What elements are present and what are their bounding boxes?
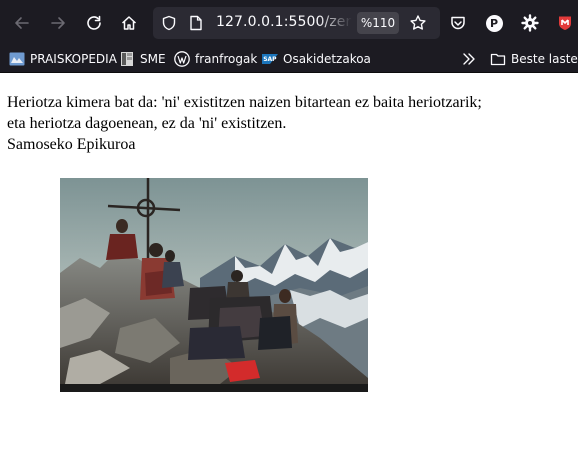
bookmark-label: SME [140, 52, 166, 66]
wordpress-icon [174, 51, 190, 67]
quote-block: Heriotza kimera bat da: 'ni' existitzen … [7, 92, 572, 155]
shield-extension-button[interactable] [550, 8, 578, 38]
reload-button[interactable] [79, 8, 109, 38]
page-content: Heriotza kimera bat da: 'ni' existitzen … [0, 73, 578, 467]
svg-text:SAP: SAP [263, 56, 277, 63]
back-button[interactable] [7, 8, 37, 38]
sap-icon: SAP [262, 51, 278, 67]
zoom-reset-button[interactable]: %110 [357, 12, 399, 34]
bookmarks-overflow-button[interactable] [461, 50, 477, 68]
bookmark-praiskopedia[interactable]: PRAISKOPEDIA [9, 50, 117, 68]
bookmark-sme[interactable]: SME [119, 50, 166, 68]
bookmark-label: PRAISKOPEDIA [30, 52, 117, 66]
bookmark-label: Osakidetzakoa [283, 52, 371, 66]
bookmarks-toolbar: PRAISKOPEDIA SME franfrogak SAP Osakidet… [0, 46, 578, 73]
extension-gear-button[interactable] [515, 8, 545, 38]
other-bookmarks-folder[interactable]: Beste laster-m [490, 50, 578, 68]
home-button[interactable] [114, 8, 144, 38]
chevron-double-right-icon [463, 53, 475, 65]
praiskopedia-icon [9, 51, 25, 67]
quote-line-1: Heriotza kimera bat da: 'ni' existitzen … [7, 94, 482, 111]
browser-toolbar: 127.0.0.1:5500/zerena %110 P [0, 0, 578, 46]
profile-button[interactable]: P [479, 8, 509, 38]
bookmark-label: Beste laster-m [511, 52, 578, 66]
gear-icon [521, 14, 539, 32]
bookmark-star-icon[interactable] [409, 14, 427, 36]
profile-avatar: P [485, 14, 503, 32]
mountain-summit-photo [60, 178, 368, 392]
quote-line-2: eta heriotza dagoenean, ez da 'ni' exist… [7, 115, 287, 132]
pocket-button[interactable] [443, 8, 473, 38]
quote-author: Samoseko Epikuroa [7, 136, 136, 153]
summit-group-photo [60, 178, 368, 392]
forward-button[interactable] [43, 8, 73, 38]
book-icon [119, 51, 135, 67]
home-icon [121, 16, 137, 30]
arrow-right-icon [51, 17, 65, 29]
shield-icon[interactable] [161, 15, 177, 35]
bookmark-osakidetzakoa[interactable]: SAP Osakidetzakoa [262, 50, 371, 68]
reload-icon [87, 15, 101, 30]
address-bar[interactable]: 127.0.0.1:5500/zerena %110 [153, 7, 440, 39]
bookmark-label: franfrogak [195, 52, 258, 66]
folder-icon [490, 51, 506, 67]
red-shield-icon [559, 16, 571, 30]
arrow-left-icon [15, 17, 29, 29]
bookmark-franfrogak[interactable]: franfrogak [174, 50, 257, 68]
url-field[interactable]: 127.0.0.1:5500/zerena [216, 14, 352, 32]
page-info-icon[interactable] [189, 15, 203, 35]
pocket-icon [451, 16, 465, 30]
